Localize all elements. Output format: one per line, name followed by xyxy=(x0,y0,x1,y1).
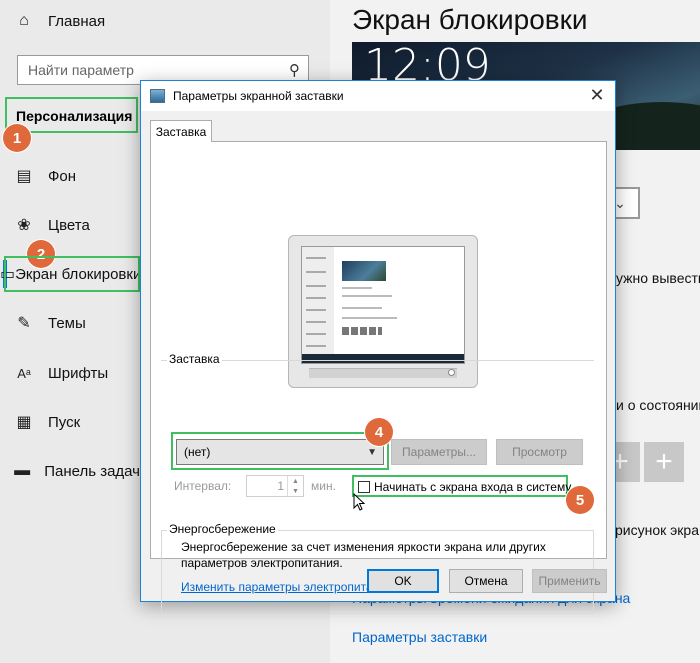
highlight-lock-screen xyxy=(4,256,140,292)
page-text-status: и о состоянии xyxy=(616,397,700,413)
dialog-title: Параметры экранной заставки xyxy=(173,89,344,103)
sidebar-item-label: Панель задач xyxy=(44,462,140,480)
close-icon[interactable]: ✕ xyxy=(587,85,607,106)
ok-button[interactable]: OK xyxy=(367,569,439,593)
page-title: Экран блокировки xyxy=(352,4,588,35)
taskbar-icon: ▬ xyxy=(14,462,31,479)
interval-stepper[interactable]: 1 ▲ ▼ xyxy=(246,475,304,497)
search-placeholder: Найти параметр xyxy=(28,62,134,78)
screensaver-select[interactable]: (нет) ▼ xyxy=(176,439,384,465)
interval-label: Интервал: xyxy=(174,479,232,493)
nav-home[interactable]: ⌂ Главная xyxy=(0,4,140,38)
step-marker-4: 4 xyxy=(365,418,393,446)
step-marker-1: 1 xyxy=(3,124,31,152)
logon-checkbox[interactable] xyxy=(358,481,370,493)
plus-icon: + xyxy=(655,445,673,478)
logon-checkbox-label: Начинать с экрана входа в систему xyxy=(374,480,572,494)
screensaver-app-icon xyxy=(150,89,165,103)
stepper-arrows-icon[interactable]: ▲ ▼ xyxy=(287,476,303,496)
settings-button[interactable]: Параметры... xyxy=(391,439,487,465)
start-icon: ▦ xyxy=(16,414,32,431)
preview-button[interactable]: Просмотр xyxy=(496,439,583,465)
image-icon: ▤ xyxy=(16,168,32,185)
themes-icon: ✎ xyxy=(17,315,31,332)
screensaver-settings-link[interactable]: Параметры заставки xyxy=(352,629,487,645)
sidebar-item-label: Цвета xyxy=(48,216,90,234)
apply-button[interactable]: Применить xyxy=(532,569,607,593)
interval-value: 1 xyxy=(277,479,284,493)
add-app-button[interactable]: + xyxy=(644,442,684,482)
sidebar-item-taskbar[interactable]: ▬ Панель задач xyxy=(0,454,140,488)
sidebar-item-label: Шрифты xyxy=(48,364,109,382)
sidebar-item-background[interactable]: ▤ Фон xyxy=(0,159,140,193)
screensaver-select-value: (нет) xyxy=(184,445,211,459)
sidebar-item-label: Темы xyxy=(48,314,86,332)
fonts-icon: Aᵃ xyxy=(17,365,31,381)
power-group-label: Энергосбережение xyxy=(167,522,278,536)
power-settings-link[interactable]: Изменить параметры электропитания xyxy=(181,580,392,594)
sidebar-item-label: Пуск xyxy=(48,413,81,431)
search-icon[interactable]: ⚲ xyxy=(289,61,300,79)
preview-thumbnail xyxy=(342,261,386,281)
nav-home-label: Главная xyxy=(48,12,106,30)
power-description: Энергосбережение за счет изменения яркос… xyxy=(181,540,546,570)
screensaver-dialog: Параметры экранной заставки ✕ Заставка З… xyxy=(140,80,616,614)
sidebar-item-themes[interactable]: ✎ Темы xyxy=(0,306,140,340)
sidebar-item-fonts[interactable]: Aᵃ Шрифты xyxy=(0,356,140,390)
preview-tiles xyxy=(342,327,382,335)
palette-icon: ❀ xyxy=(17,217,31,234)
home-icon: ⌂ xyxy=(19,12,29,29)
sidebar-item-label: Фон xyxy=(48,167,77,185)
step-marker-5: 5 xyxy=(566,486,594,514)
cancel-button[interactable]: Отмена xyxy=(449,569,523,593)
mouse-cursor-icon xyxy=(353,493,365,511)
page-text-signin-background: рисунок экра xyxy=(615,522,699,538)
tab-panel: Заставка (нет) ▼ 4 Параметры... Просмотр… xyxy=(150,141,607,614)
screensaver-group-label: Заставка xyxy=(167,352,222,366)
page-text-app-status: ужно вывести xyxy=(616,270,700,286)
chevron-down-icon: ▼ xyxy=(367,446,377,458)
sidebar-item-start[interactable]: ▦ Пуск xyxy=(0,405,140,439)
preview-sidebar xyxy=(302,247,334,355)
interval-unit: мин. xyxy=(311,479,336,493)
tab-screensaver[interactable]: Заставка xyxy=(150,120,212,142)
monitor-screen xyxy=(301,246,465,364)
sidebar-item-colors[interactable]: ❀ Цвета xyxy=(0,208,140,242)
dialog-titlebar[interactable]: Параметры экранной заставки ✕ xyxy=(141,81,615,111)
